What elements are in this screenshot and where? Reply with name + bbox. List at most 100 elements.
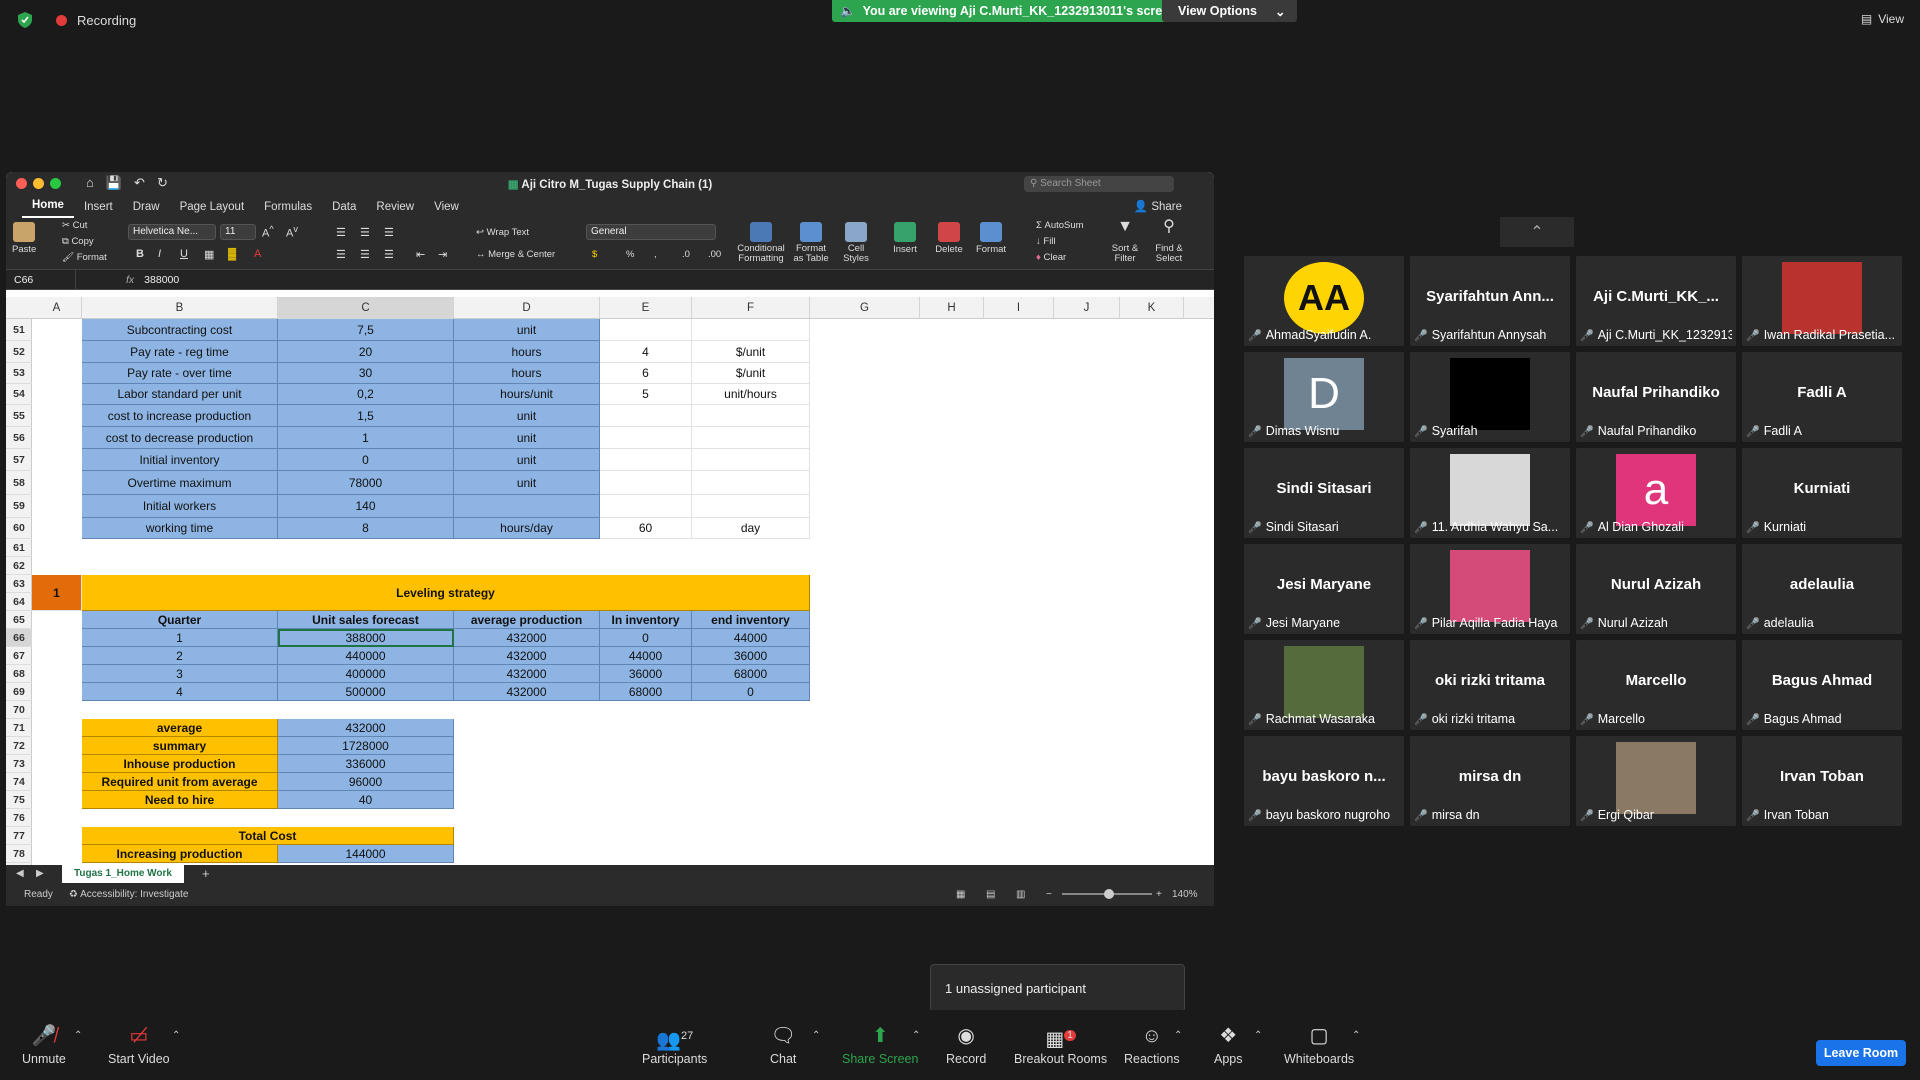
audio-options-caret-icon[interactable]: ⌃ <box>74 1030 82 1041</box>
table-cell[interactable]: 68000 <box>600 683 692 701</box>
delete-cells-button[interactable]: Delete <box>932 222 966 255</box>
underline-button[interactable]: U <box>180 248 188 260</box>
share-screen-button[interactable]: ⬆ Share Screen <box>842 1024 918 1066</box>
param-extra-e[interactable] <box>600 319 692 341</box>
param-label[interactable]: Subcontracting cost <box>82 319 278 341</box>
param-unit[interactable] <box>454 495 600 518</box>
page-break-icon[interactable]: ▥ <box>1016 889 1025 900</box>
param-extra-f[interactable] <box>692 405 810 427</box>
row-header-64[interactable]: 64 <box>6 593 32 611</box>
table-cell[interactable]: 432000 <box>454 647 600 665</box>
table-header[interactable]: average production <box>454 611 600 629</box>
column-header-b[interactable]: B <box>82 297 278 319</box>
row-header-58[interactable]: 58 <box>6 471 32 495</box>
column-header-j[interactable]: J <box>1054 297 1120 319</box>
table-cell[interactable]: 440000 <box>278 647 454 665</box>
sort-filter-button[interactable]: ▼ Sort & Filter <box>1106 219 1144 264</box>
table-header[interactable]: end inventory <box>692 611 810 629</box>
param-extra-f[interactable]: unit/hours <box>692 384 810 405</box>
indent-icon[interactable]: ⇥ <box>438 248 447 261</box>
column-header-d[interactable]: D <box>454 297 600 319</box>
participant-tile[interactable]: mirsa dn 🎤 mirsa dn <box>1410 736 1570 826</box>
participant-tile[interactable]: 🎤 Iwan Radikal Prasetia... <box>1742 256 1902 346</box>
param-value[interactable]: 0 <box>278 449 454 471</box>
param-label[interactable]: Initial workers <box>82 495 278 518</box>
summary-value[interactable]: 96000 <box>278 773 454 791</box>
param-extra-e[interactable] <box>600 405 692 427</box>
row-header-65[interactable]: 65 <box>6 611 32 629</box>
tab-view[interactable]: View <box>424 198 469 218</box>
autosum-button[interactable]: Σ AutoSum <box>1036 220 1084 231</box>
page-layout-icon[interactable]: ▤ <box>986 889 995 900</box>
param-extra-f[interactable] <box>692 427 810 449</box>
summary-label[interactable]: Need to hire <box>82 791 278 809</box>
row-header-59[interactable]: 59 <box>6 495 32 518</box>
param-label[interactable]: cost to increase production <box>82 405 278 427</box>
row-header-73[interactable]: 73 <box>6 755 32 773</box>
next-sheet-icon[interactable]: ▶ <box>36 868 44 879</box>
param-label[interactable]: Overtime maximum <box>82 471 278 495</box>
table-cell[interactable]: 2 <box>82 647 278 665</box>
participant-tile[interactable]: bayu baskoro n... 🎤 bayu baskoro nugroho <box>1244 736 1404 826</box>
wrap-text-button[interactable]: ↩ Wrap Text <box>476 227 529 238</box>
column-header-g[interactable]: G <box>810 297 920 319</box>
param-value[interactable]: 20 <box>278 341 454 363</box>
participant-tile[interactable]: Sindi Sitasari 🎤 Sindi Sitasari <box>1244 448 1404 538</box>
participant-tile[interactable]: Marcello 🎤 Marcello <box>1576 640 1736 730</box>
strategy-number[interactable]: 1 <box>32 575 82 611</box>
add-sheet-icon[interactable]: + <box>202 866 210 881</box>
param-extra-e[interactable]: 5 <box>600 384 692 405</box>
zoom-in-icon[interactable]: + <box>1156 889 1162 900</box>
table-header[interactable]: Unit sales forecast <box>278 611 454 629</box>
param-extra-f[interactable]: day <box>692 518 810 539</box>
row-header-74[interactable]: 74 <box>6 773 32 791</box>
param-value[interactable]: 1 <box>278 427 454 449</box>
tab-draw[interactable]: Draw <box>123 198 170 218</box>
participant-tile[interactable]: 🎤 Rachmat Wasaraka <box>1244 640 1404 730</box>
strategy-title[interactable]: Leveling strategy <box>82 575 810 611</box>
zoom-out-icon[interactable]: − <box>1046 889 1052 900</box>
param-extra-f[interactable]: $/unit <box>692 363 810 384</box>
increase-decimal-icon[interactable]: .0 <box>682 249 690 260</box>
table-cell[interactable]: 432000 <box>454 665 600 683</box>
participant-tile[interactable]: 🎤 Syarifah <box>1410 352 1570 442</box>
row-header-63[interactable]: 63 <box>6 575 32 593</box>
tab-insert[interactable]: Insert <box>74 198 123 218</box>
reactions-button[interactable]: ☺ Reactions <box>1124 1024 1180 1066</box>
param-extra-e[interactable]: 6 <box>600 363 692 384</box>
participant-tile[interactable]: Syarifahtun Ann... 🎤 Syarifahtun Annysah <box>1410 256 1570 346</box>
param-label[interactable]: Initial inventory <box>82 449 278 471</box>
outdent-icon[interactable]: ⇤ <box>416 248 425 261</box>
table-cell[interactable]: 36000 <box>692 647 810 665</box>
table-cell[interactable]: 432000 <box>454 629 600 647</box>
summary-value[interactable]: 40 <box>278 791 454 809</box>
table-cell[interactable]: 36000 <box>600 665 692 683</box>
conditional-formatting-button[interactable]: Conditional Formatting <box>736 222 786 264</box>
align-left-icon[interactable]: ☰ <box>336 248 346 261</box>
unmute-button[interactable]: 🎤̸ Unmute <box>22 1024 66 1066</box>
param-extra-f[interactable] <box>692 471 810 495</box>
summary-value[interactable]: 432000 <box>278 719 454 737</box>
participant-tile[interactable]: Kurniati 🎤 Kurniati <box>1742 448 1902 538</box>
align-middle-icon[interactable]: ☰ <box>360 226 370 239</box>
row-header-75[interactable]: 75 <box>6 791 32 809</box>
param-value[interactable]: 1,5 <box>278 405 454 427</box>
column-header-e[interactable]: E <box>600 297 692 319</box>
font-family-select[interactable]: Helvetica Ne... <box>128 224 216 240</box>
format-cells-button[interactable]: Format <box>974 222 1008 255</box>
param-value[interactable]: 78000 <box>278 471 454 495</box>
param-label[interactable]: Labor standard per unit <box>82 384 278 405</box>
increasing-value[interactable]: 144000 <box>278 845 454 863</box>
table-cell[interactable]: 432000 <box>454 683 600 701</box>
participant-tile[interactable]: 🎤 Ergi Qibar <box>1576 736 1736 826</box>
table-cell[interactable]: 0 <box>600 629 692 647</box>
summary-value[interactable]: 1728000 <box>278 737 454 755</box>
view-button[interactable]: ▤ View <box>1861 12 1904 26</box>
row-header-52[interactable]: 52 <box>6 341 32 363</box>
row-header-62[interactable]: 62 <box>6 557 32 575</box>
whiteboards-button[interactable]: ▢ Whiteboards <box>1284 1024 1354 1066</box>
table-cell[interactable]: 1 <box>82 629 278 647</box>
table-cell[interactable]: 500000 <box>278 683 454 701</box>
param-unit[interactable]: unit <box>454 427 600 449</box>
param-extra-f[interactable]: $/unit <box>692 341 810 363</box>
